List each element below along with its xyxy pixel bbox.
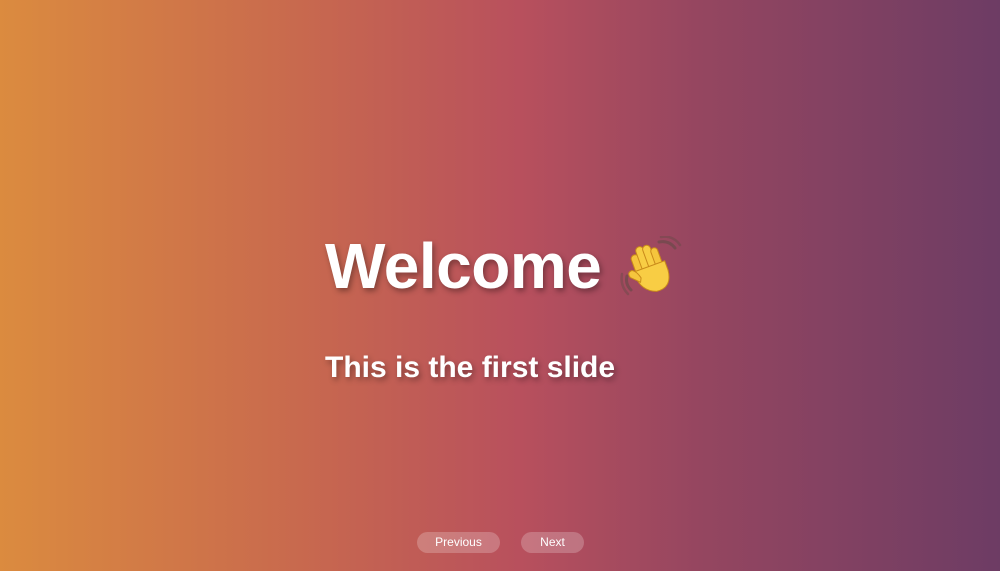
- slide: Welcome This is the first slide Previous…: [0, 0, 1000, 571]
- previous-button[interactable]: Previous: [417, 532, 500, 553]
- title-row: Welcome: [325, 228, 683, 304]
- slide-title: Welcome: [325, 230, 602, 302]
- slide-navigation: Previous Next: [0, 532, 1000, 553]
- next-button[interactable]: Next: [521, 532, 584, 553]
- waving-hand-icon: [619, 235, 683, 300]
- slide-subtitle: This is the first slide: [325, 351, 616, 384]
